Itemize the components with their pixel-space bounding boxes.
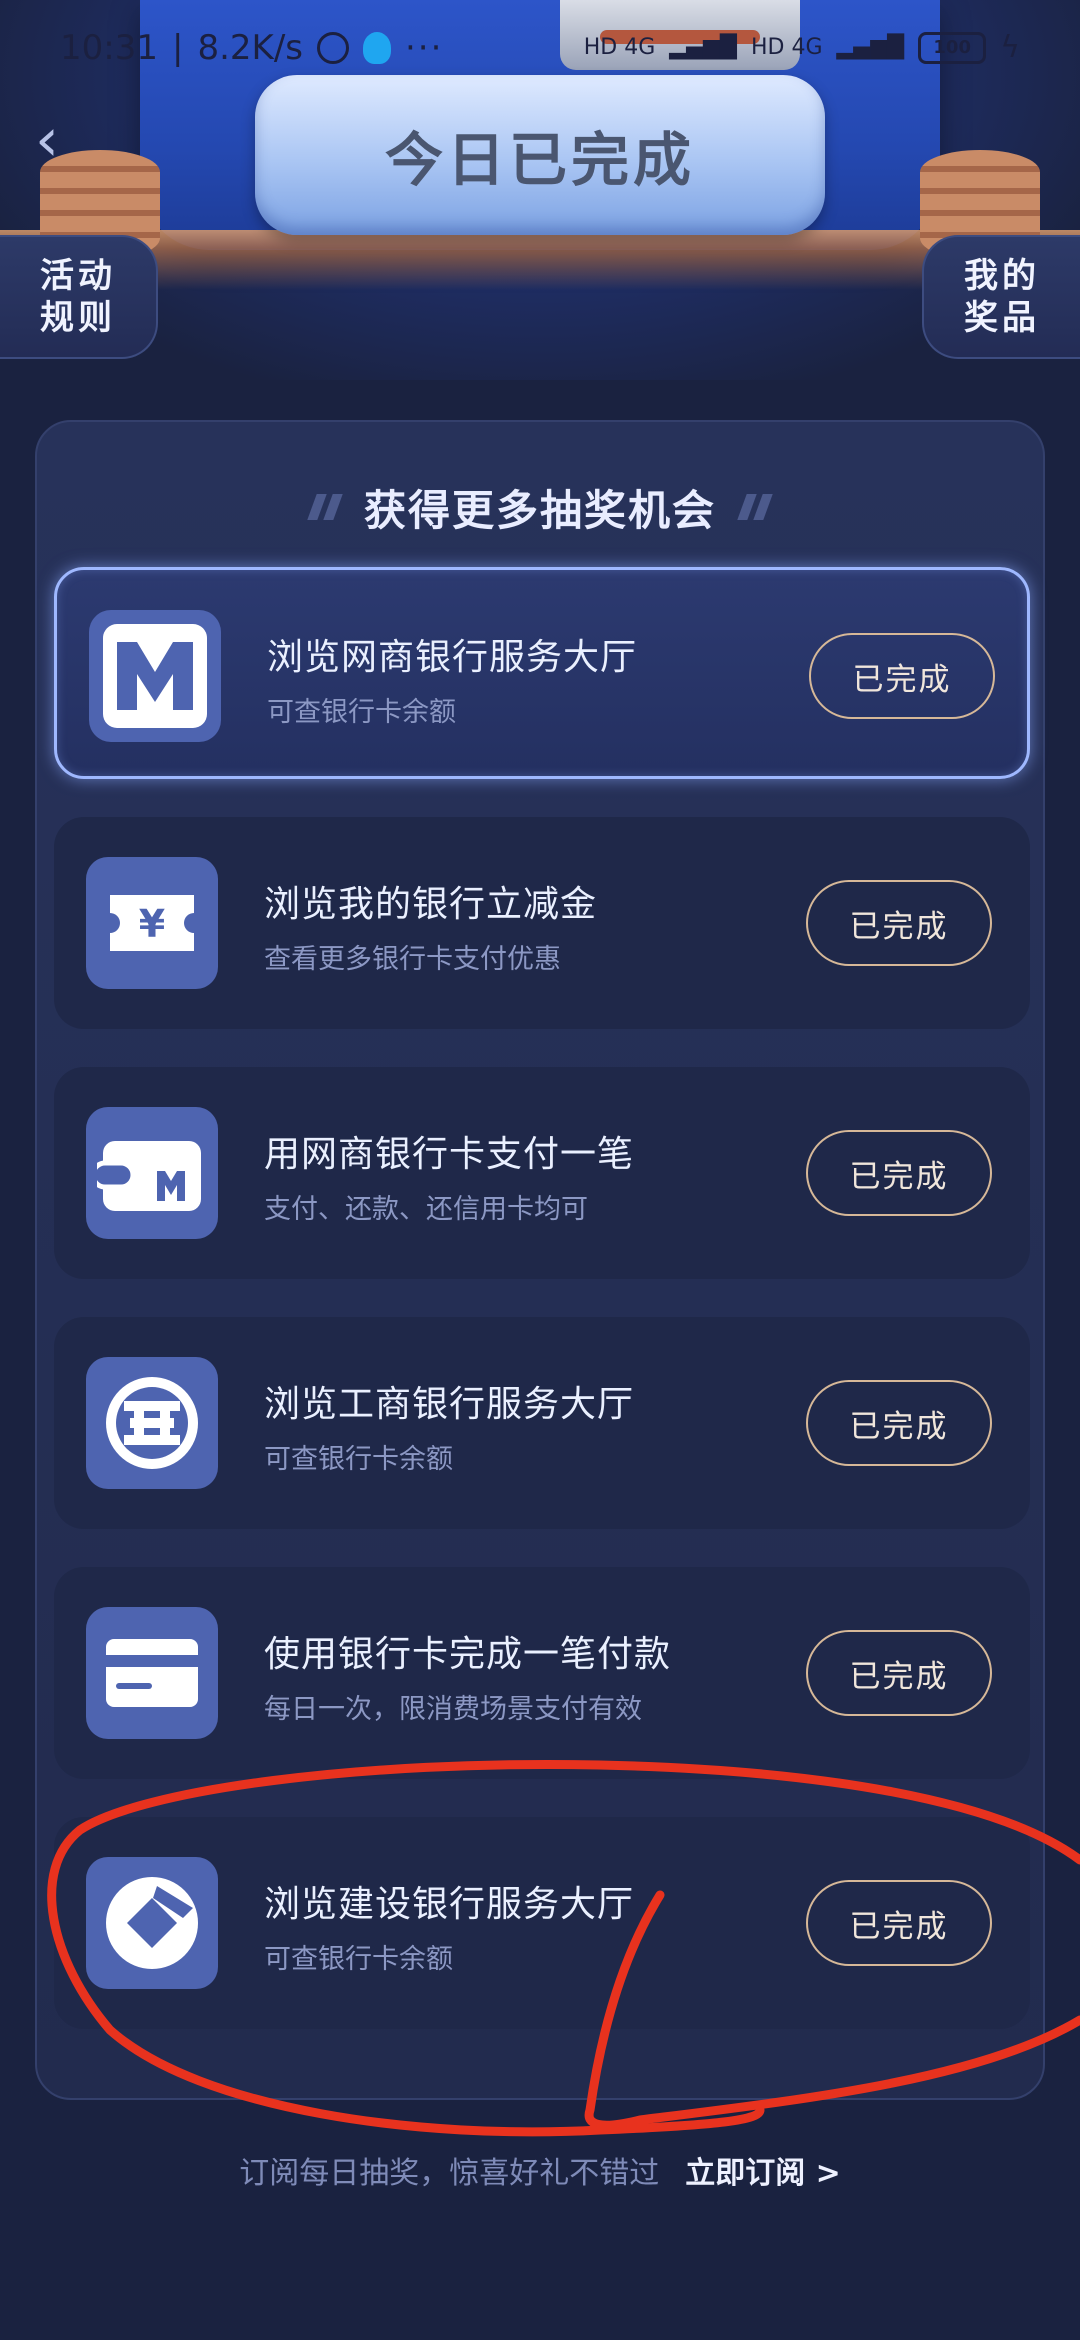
task-item[interactable]: 用网商银行卡支付一笔 支付、还款、还信用卡均可 已完成 (54, 1067, 1030, 1279)
battery-level: 100 (933, 37, 971, 58)
task-subtitle: 可查银行卡余额 (267, 697, 456, 728)
card-title: 获得更多抽奖机会 (363, 485, 716, 535)
ccb-logo-icon (86, 1857, 218, 1989)
task-title: 浏览工商银行服务大厅 (264, 1384, 635, 1425)
task-completed-button[interactable]: 已完成 (809, 633, 995, 719)
signal-2-icon: HD 4G (750, 35, 823, 60)
charging-icon: ϟ (1000, 30, 1020, 65)
mybank-logo-icon (89, 610, 221, 742)
task-completed-button[interactable]: 已完成 (806, 1880, 992, 1966)
prizes-label-line1: 我的 (964, 256, 1040, 296)
subscribe-now-link[interactable]: 立即订阅 > (685, 2148, 841, 2192)
task-item[interactable]: ¥ 浏览我的银行立减金 查看更多银行卡支付优惠 已完成 (54, 817, 1030, 1029)
yen-coupon-icon: ¥ (86, 857, 218, 989)
back-arrow-icon[interactable]: ‹ (35, 110, 75, 170)
activity-rules-button[interactable]: 活动 规则 (0, 235, 158, 359)
task-subtitle: 查看更多银行卡支付优惠 (264, 944, 561, 975)
task-title: 浏览网商银行服务大厅 (267, 637, 638, 678)
task-title: 浏览建设银行服务大厅 (264, 1884, 635, 1925)
hero-glow (0, 230, 1080, 290)
task-item[interactable]: 浏览网商银行服务大厅 可查银行卡余额 已完成 (54, 567, 1030, 779)
wallet-icon (86, 1107, 218, 1239)
task-title: 使用银行卡完成一笔付款 (264, 1634, 672, 1675)
card-header: 获得更多抽奖机会 (37, 462, 1043, 552)
task-completed-button[interactable]: 已完成 (806, 1130, 992, 1216)
task-subtitle: 可查银行卡余额 (264, 1444, 453, 1475)
clock: 10:31 (60, 27, 158, 68)
task-subtitle: 可查银行卡余额 (264, 1944, 453, 1975)
rules-label-line1: 活动 (40, 256, 116, 296)
task-title: 用网商银行卡支付一笔 (264, 1134, 635, 1175)
task-title: 浏览我的银行立减金 (264, 884, 598, 925)
completion-banner: 今日已完成 (255, 75, 825, 235)
my-prizes-button[interactable]: 我的 奖品 (922, 235, 1080, 359)
subscribe-footer: 订阅每日抽奖，惊喜好礼不错过 立即订阅 > (0, 2140, 1080, 2200)
network-speed: 8.2K/s (197, 27, 303, 68)
prizes-label-line2: 奖品 (964, 298, 1040, 338)
task-item[interactable]: 浏览建设银行服务大厅 可查银行卡余额 已完成 (54, 1817, 1030, 2029)
signal-bars-icon: ▂▄▆█ (669, 35, 737, 60)
battery-icon: 100 (918, 31, 987, 64)
task-item[interactable]: 浏览工商银行服务大厅 可查银行卡余额 已完成 (54, 1317, 1030, 1529)
task-completed-button[interactable]: 已完成 (806, 880, 992, 966)
rules-label-line2: 规则 (40, 298, 116, 338)
separator: | (171, 27, 184, 68)
task-completed-button[interactable]: 已完成 (806, 1380, 992, 1466)
alarm-icon (317, 31, 349, 64)
task-subtitle: 每日一次，限消费场景支付有效 (264, 1694, 642, 1725)
status-bar: 10:31 | 8.2K/s ··· HD 4G ▂▄▆█ HD 4G ▂▄▆█… (0, 0, 1080, 95)
banner-text: 今日已完成 (384, 126, 695, 194)
task-subtitle: 支付、还款、还信用卡均可 (264, 1194, 588, 1225)
task-completed-button[interactable]: 已完成 (806, 1630, 992, 1716)
tasks-card: 获得更多抽奖机会 浏览网商银行服务大厅 可查银行卡余额 已完成 ¥ 浏览我的银行… (35, 420, 1045, 2100)
icbc-logo-icon (86, 1357, 218, 1489)
bank-card-icon (86, 1607, 218, 1739)
qq-icon (363, 31, 391, 64)
task-item[interactable]: 使用银行卡完成一笔付款 每日一次，限消费场景支付有效 已完成 (54, 1567, 1030, 1779)
signal-1-icon: HD 4G (583, 35, 656, 60)
more-notifications-icon: ··· (405, 27, 444, 68)
svg-text:¥: ¥ (139, 902, 165, 946)
signal-bars-icon: ▂▄▆█ (836, 35, 905, 60)
decor-slashes-right (737, 494, 773, 520)
subscribe-text: 订阅每日抽奖，惊喜好礼不错过 (239, 2156, 660, 2191)
decor-slashes-left (307, 494, 343, 520)
